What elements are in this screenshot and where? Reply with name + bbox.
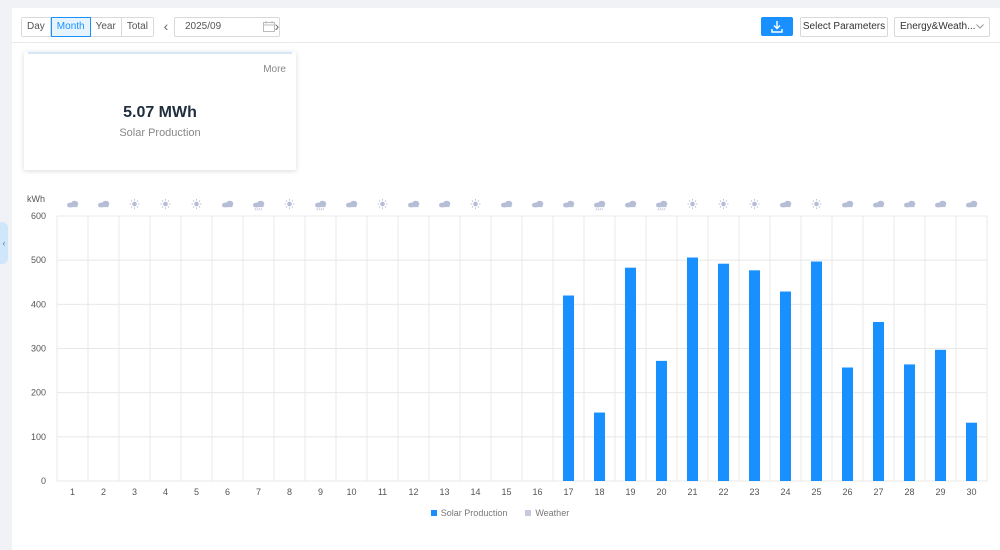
- sun-weather-icon: [191, 199, 202, 209]
- x-tick-label: 1: [70, 487, 75, 497]
- y-tick-label: 0: [41, 476, 46, 486]
- x-tick-label: 7: [256, 487, 261, 497]
- cloud-weather-icon: [625, 200, 637, 208]
- x-tick-label: 20: [656, 487, 666, 497]
- x-tick-label: 5: [194, 487, 199, 497]
- legend-label-weather: Weather: [535, 508, 570, 518]
- x-tick-label: 24: [780, 487, 790, 497]
- bar-day-21[interactable]: [687, 257, 698, 481]
- x-tick-label: 13: [439, 487, 449, 497]
- cloud-weather-icon: [98, 200, 110, 208]
- sun-weather-icon: [470, 199, 481, 209]
- solar-production-chart: kWh01002003004005006001 2 3 4 5 6 7 8 9 10 11 12 13 1…: [27, 194, 988, 497]
- x-tick-label: 29: [935, 487, 945, 497]
- legend-label-solar: Solar Production: [440, 508, 508, 518]
- bar-day-24[interactable]: [780, 291, 791, 481]
- bar-day-25[interactable]: [811, 261, 822, 481]
- bar-day-18[interactable]: [594, 412, 605, 481]
- cloud-weather-icon: [966, 200, 978, 208]
- legend-item-solar[interactable]: Solar Production: [430, 508, 508, 518]
- bar-day-20[interactable]: [656, 360, 667, 481]
- cloud-weather-icon: [935, 200, 947, 208]
- cloud-weather-icon: [346, 200, 358, 208]
- cloud-weather-icon: [439, 200, 451, 208]
- x-tick-label: 22: [718, 487, 728, 497]
- y-tick-label: 600: [31, 211, 46, 221]
- y-tick-label: 400: [31, 299, 46, 309]
- x-tick-label: 12: [408, 487, 418, 497]
- bar-day-29[interactable]: [935, 349, 946, 481]
- sun-weather-icon: [687, 199, 698, 209]
- x-tick-label: 3: [132, 487, 137, 497]
- sun-weather-icon: [749, 199, 760, 209]
- cloud-weather-icon: [67, 200, 79, 208]
- x-tick-label: 15: [501, 487, 511, 497]
- sun-weather-icon: [811, 199, 822, 209]
- y-tick-label: 300: [31, 344, 46, 354]
- rain-weather-icon: [315, 200, 327, 211]
- x-tick-label: 26: [842, 487, 852, 497]
- sun-weather-icon: [718, 199, 729, 209]
- cloud-weather-icon: [532, 200, 544, 208]
- x-tick-label: 8: [287, 487, 292, 497]
- bar-day-23[interactable]: [749, 270, 760, 481]
- x-tick-label: 28: [904, 487, 914, 497]
- cloud-weather-icon: [563, 200, 575, 208]
- cloud-weather-icon: [501, 200, 513, 208]
- x-tick-label: 19: [625, 487, 635, 497]
- bar-day-27[interactable]: [873, 322, 884, 481]
- y-tick-label: 500: [31, 255, 46, 265]
- x-tick-label: 17: [563, 487, 573, 497]
- sun-weather-icon: [160, 199, 171, 209]
- x-tick-label: 16: [532, 487, 542, 497]
- x-tick-label: 2: [101, 487, 106, 497]
- bar-day-22[interactable]: [718, 263, 729, 481]
- bar-day-28[interactable]: [904, 364, 915, 481]
- cloud-weather-icon: [904, 200, 916, 208]
- x-tick-label: 21: [687, 487, 697, 497]
- legend-swatch-solar: [430, 510, 437, 516]
- y-axis-unit-label: kWh: [27, 194, 45, 204]
- y-tick-label: 200: [31, 388, 46, 398]
- x-tick-label: 11: [378, 487, 387, 497]
- legend-item-weather[interactable]: Weather: [525, 508, 569, 518]
- x-tick-label: 10: [346, 487, 356, 497]
- y-tick-label: 100: [31, 432, 46, 442]
- x-tick-label: 4: [163, 487, 168, 497]
- x-tick-label: 14: [470, 487, 480, 497]
- rain-weather-icon: [594, 200, 606, 211]
- cloud-weather-icon: [408, 200, 420, 208]
- rain-weather-icon: [253, 200, 265, 211]
- bar-day-26[interactable]: [842, 367, 853, 481]
- cloud-weather-icon: [222, 200, 234, 208]
- x-tick-label: 9: [318, 487, 323, 497]
- cloud-weather-icon: [842, 200, 854, 208]
- x-tick-label: 30: [966, 487, 976, 497]
- cloud-weather-icon: [780, 200, 792, 208]
- sun-weather-icon: [284, 199, 295, 209]
- x-tick-label: 25: [811, 487, 821, 497]
- cloud-weather-icon: [873, 200, 885, 208]
- sun-weather-icon: [129, 199, 140, 209]
- x-tick-label: 23: [749, 487, 759, 497]
- x-tick-label: 18: [594, 487, 604, 497]
- x-tick-label: 27: [873, 487, 883, 497]
- chart-legend: Solar Production Weather: [0, 508, 1000, 518]
- x-tick-label: 6: [225, 487, 230, 497]
- rain-weather-icon: [656, 200, 668, 211]
- bar-day-19[interactable]: [625, 267, 636, 481]
- bar-day-30[interactable]: [966, 422, 977, 481]
- bar-day-17[interactable]: [563, 295, 574, 482]
- sun-weather-icon: [377, 199, 388, 209]
- legend-swatch-weather: [525, 510, 532, 516]
